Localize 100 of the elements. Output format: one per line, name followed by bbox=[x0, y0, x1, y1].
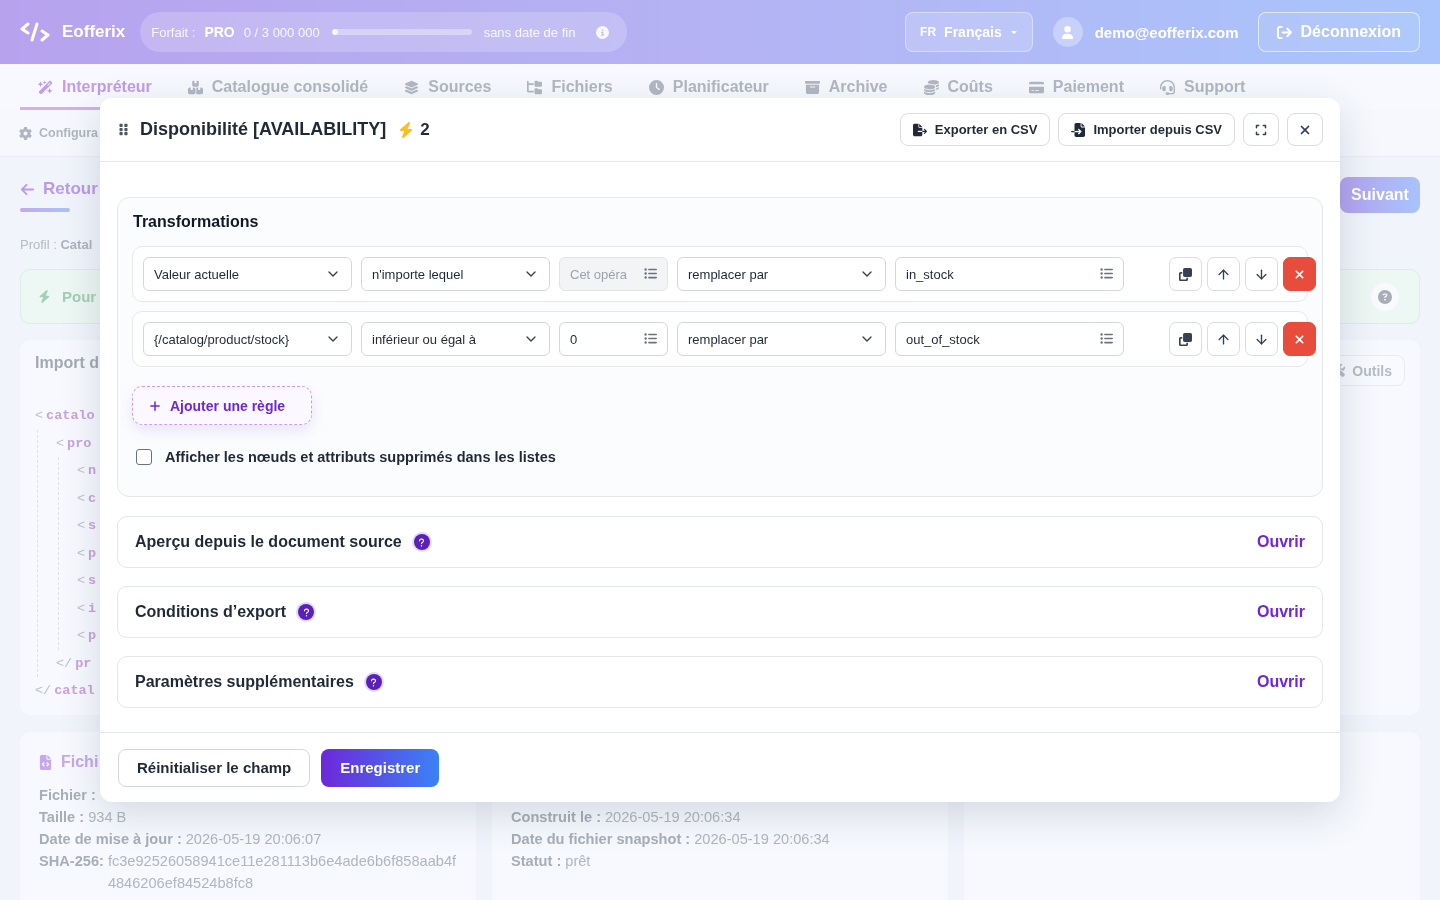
card-title: Import d bbox=[35, 353, 99, 373]
help-icon[interactable] bbox=[411, 532, 432, 552]
info-value: fc3e92526058941ce11e281113b6e4ade6b6f858aab4f4846206ef84524b8fc8 bbox=[107, 852, 457, 893]
operator-select[interactable]: n'importe lequel bbox=[361, 257, 550, 291]
info-value: prêt bbox=[565, 852, 591, 871]
xml-tag-line: < catalo bbox=[35, 407, 95, 426]
list-icon[interactable] bbox=[644, 267, 657, 280]
xml-tag-line: < n bbox=[77, 462, 97, 481]
drag-handle-icon[interactable] bbox=[117, 123, 130, 136]
add-rule-button[interactable]: Ajouter une règle bbox=[132, 386, 312, 425]
operand-field[interactable]: 0 bbox=[559, 322, 668, 356]
checkbox[interactable] bbox=[136, 448, 152, 465]
section-title: Conditions d’export bbox=[135, 603, 287, 621]
xml-tag-line: < pro bbox=[56, 434, 92, 453]
value-field[interactable]: in_stock bbox=[895, 257, 1124, 291]
copy-icon bbox=[1179, 332, 1192, 346]
accordion-section[interactable]: Paramètres supplémentaires Ouvrir bbox=[117, 656, 1323, 708]
help-icon[interactable] bbox=[363, 672, 384, 692]
info-icon bbox=[596, 25, 610, 39]
move-down-button[interactable] bbox=[1245, 257, 1278, 291]
value-field[interactable]: out_of_stock bbox=[895, 322, 1124, 356]
rule-count: 2 bbox=[420, 119, 430, 140]
dialog-title: Disponibilité [AVAILABILITY] bbox=[140, 119, 387, 140]
info-value: 2026-05-19 20:06:34 bbox=[694, 830, 830, 849]
accordion-section[interactable]: Conditions d’export Ouvrir bbox=[117, 586, 1323, 638]
open-button[interactable]: Ouvrir bbox=[1257, 603, 1305, 621]
logo-icon bbox=[20, 22, 50, 42]
checkbox-label: Afficher les nœuds et attributs supprimés dans les listes bbox=[165, 448, 556, 465]
info-value: 2026-05-19 20:06:34 bbox=[605, 808, 741, 827]
user-email: demo@eofferix.com bbox=[1094, 23, 1239, 41]
delete-button[interactable] bbox=[1283, 257, 1316, 291]
move-up-button[interactable] bbox=[1207, 322, 1240, 356]
action-select[interactable]: remplacer par bbox=[677, 257, 886, 291]
section-title: Paramètres supplémentaires bbox=[135, 673, 354, 691]
lightning-icon bbox=[398, 121, 415, 138]
arrow-left-icon bbox=[20, 181, 35, 197]
source-select[interactable]: {/catalog/product/stock} bbox=[143, 322, 352, 356]
file-import-icon bbox=[1071, 122, 1086, 137]
action-select[interactable]: remplacer par bbox=[677, 322, 886, 356]
info-label: SHA-256: bbox=[39, 852, 104, 871]
reset-button[interactable]: Réinitialiser le champ bbox=[118, 748, 311, 787]
accordion-section[interactable]: Aperçu depuis le document source Ouvrir bbox=[117, 516, 1323, 568]
copy-icon bbox=[1179, 267, 1192, 281]
open-button[interactable]: Ouvrir bbox=[1257, 533, 1305, 551]
code-file-icon bbox=[38, 754, 53, 770]
export-csv-button[interactable]: Exporter en CSV bbox=[899, 113, 1051, 146]
folder-tree-icon bbox=[527, 79, 543, 95]
info-value: 2026-05-19 20:06:07 bbox=[185, 830, 322, 849]
plan-usage: 0 / 3 000 000 bbox=[243, 24, 320, 40]
move-down-button[interactable] bbox=[1245, 322, 1278, 356]
card-title: Fichi bbox=[61, 753, 99, 771]
plan-expiry: sans date de fin bbox=[483, 24, 576, 40]
info-label: Taille : bbox=[39, 808, 85, 827]
operator-select[interactable]: inférieur ou égal à bbox=[361, 322, 550, 356]
open-button[interactable]: Ouvrir bbox=[1257, 673, 1305, 691]
gear-icon bbox=[19, 126, 32, 140]
credit-card-icon bbox=[1028, 79, 1044, 95]
headset-icon bbox=[1159, 79, 1175, 95]
close-button[interactable] bbox=[1287, 113, 1323, 146]
layers-icon bbox=[404, 79, 420, 95]
move-up-button[interactable] bbox=[1207, 257, 1240, 291]
info-value: 934 B bbox=[88, 808, 127, 827]
duplicate-button[interactable] bbox=[1169, 257, 1202, 291]
coins-icon bbox=[923, 79, 939, 95]
xml-tag-line: < p bbox=[77, 627, 97, 646]
x-mark-icon bbox=[1293, 267, 1306, 281]
alert-text: Pour bbox=[62, 288, 97, 305]
info-label: Statut : bbox=[511, 852, 562, 871]
save-button[interactable]: Enregistrer bbox=[321, 748, 440, 787]
info-label: Date de mise à jour : bbox=[39, 830, 182, 849]
xml-tag-line: </ catal bbox=[35, 682, 95, 701]
xml-tag-line: < s bbox=[77, 517, 97, 536]
import-csv-button[interactable]: Importer depuis CSV bbox=[1058, 113, 1235, 146]
clock-icon bbox=[648, 79, 664, 95]
file-export-icon bbox=[912, 122, 927, 137]
list-icon[interactable] bbox=[644, 332, 657, 345]
plan-label: Forfait : bbox=[151, 24, 196, 40]
archive-box-icon bbox=[804, 79, 820, 95]
expand-icon bbox=[1255, 123, 1267, 136]
delete-button[interactable] bbox=[1283, 322, 1316, 356]
section-title: Aperçu depuis le document source bbox=[135, 533, 402, 551]
info-label: Construit le : bbox=[511, 808, 601, 827]
xml-tag-line: < s bbox=[77, 572, 97, 591]
source-select[interactable]: Valeur actuelle bbox=[143, 257, 352, 291]
info-label: Fichier : bbox=[39, 786, 96, 805]
logo-text: Eofferix bbox=[62, 22, 126, 42]
xml-tag-line: < p bbox=[77, 544, 97, 563]
caret-icon bbox=[1009, 28, 1018, 36]
magic-wand-icon bbox=[38, 79, 53, 95]
bolt-icon bbox=[38, 290, 51, 303]
help-icon[interactable] bbox=[296, 602, 317, 622]
duplicate-button[interactable] bbox=[1169, 322, 1202, 356]
arrow-down-icon bbox=[1254, 331, 1269, 347]
list-icon[interactable] bbox=[1100, 332, 1113, 345]
list-icon[interactable] bbox=[1100, 267, 1113, 280]
xml-tag-line: < c bbox=[77, 489, 97, 508]
xml-tag-line: </ pr bbox=[56, 654, 92, 673]
xml-tag-line: < i bbox=[77, 599, 97, 618]
logout-icon bbox=[1276, 24, 1292, 40]
plan-name: PRO bbox=[204, 24, 235, 40]
